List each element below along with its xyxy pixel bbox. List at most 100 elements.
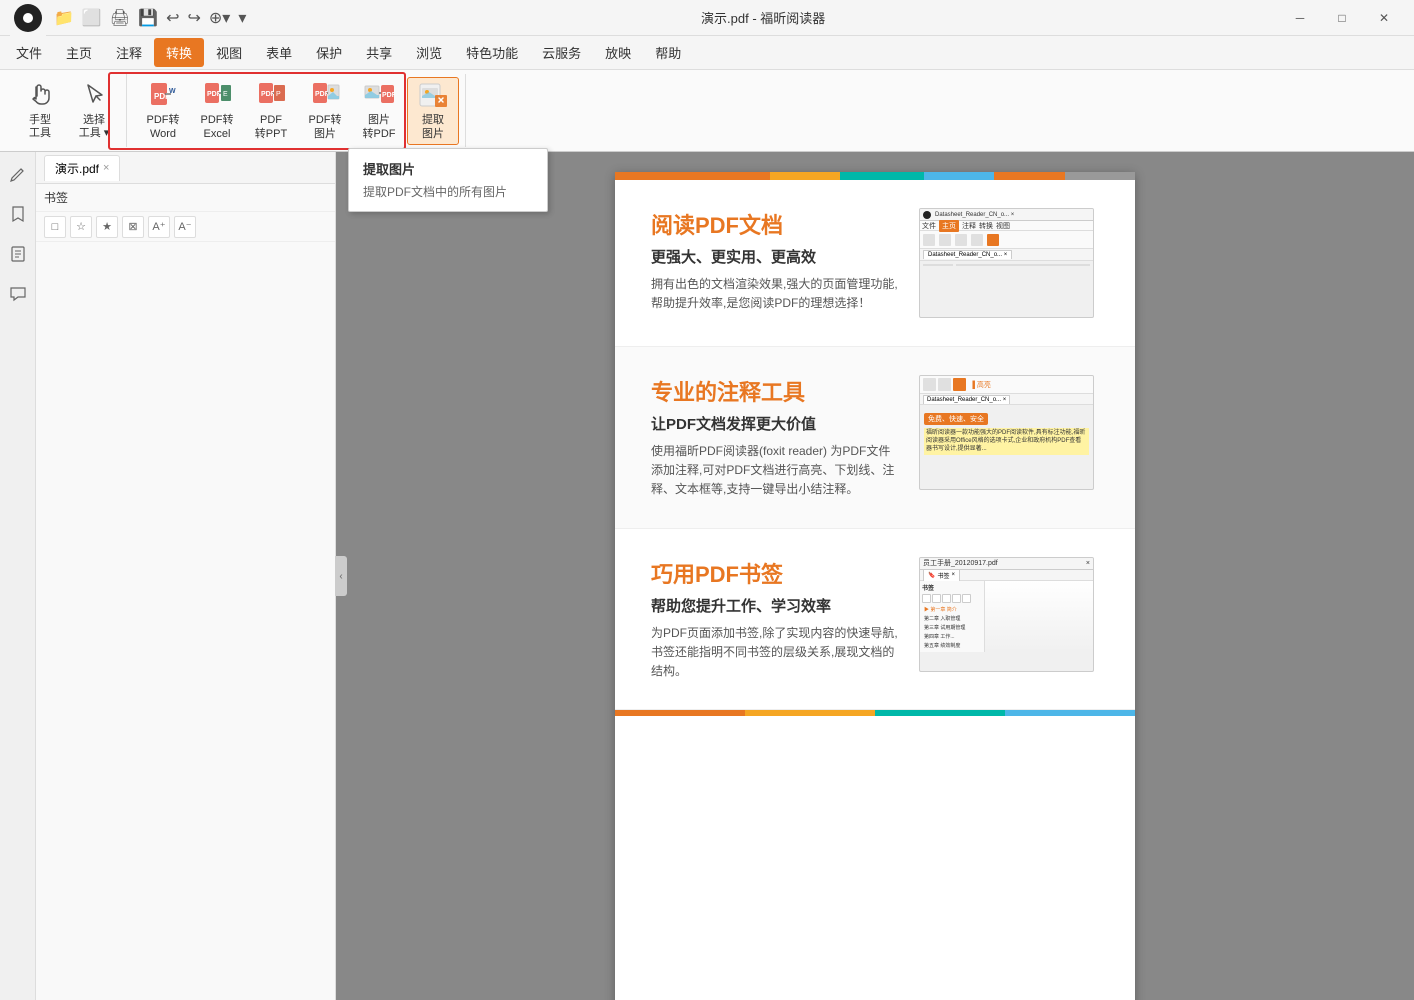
svg-text:PDF: PDF (207, 91, 222, 98)
bookmark-label-bar: 书签 (36, 184, 335, 212)
sidebar-edit-icon[interactable] (4, 160, 32, 188)
title-bar-tools: 📁 ⬜ 🖨 💾 ↩ ↪ ⊕▾ ▾ (54, 8, 246, 28)
pdf-to-ppt-button[interactable]: PDF P PDF转PPT (245, 77, 297, 145)
section2-heading: 专业的注释工具 (651, 375, 899, 407)
app-title: 演示.pdf - 福昕阅读器 (246, 8, 1280, 27)
redo-icon[interactable]: ↪ (187, 8, 200, 28)
pdf-to-img-button[interactable]: PDF PDF转图片 (299, 77, 351, 145)
hand-tool-button[interactable]: 手型工具 (14, 77, 66, 145)
menu-share[interactable]: 共享 (354, 38, 404, 67)
bm-star-btn[interactable]: ☆ (70, 216, 92, 238)
custom-icon[interactable]: ⊕▾ (209, 8, 230, 28)
pdf-section-annot: 专业的注释工具 让PDF文档发挥更大价值 使用福昕PDF阅读器(foxit re… (615, 347, 1135, 529)
new-window-icon[interactable]: ⬜ (82, 8, 102, 28)
menu-file[interactable]: 文件 (4, 38, 54, 67)
annot-icon2 (938, 378, 951, 391)
pdf-word-icon: PDF W (147, 80, 179, 112)
bookmark-label: 书签 (44, 189, 68, 206)
panel-content-area (36, 242, 335, 1000)
color-bar-5 (924, 172, 994, 180)
ribbon: 手型工具 选择工具 ▾ PDF W PDF转Word (0, 70, 1414, 152)
img-to-pdf-button[interactable]: PDF 图片转PDF (353, 77, 405, 145)
menu-cloud[interactable]: 云服务 (530, 38, 593, 67)
menu-home[interactable]: 主页 (54, 38, 104, 67)
file-tab-close[interactable]: × (103, 162, 109, 174)
tooltip-box: 提取图片 提取PDF文档中的所有图片 (348, 148, 548, 212)
bottom-color-bars (615, 710, 1135, 716)
sidebar-bookmark-icon[interactable] (4, 200, 32, 228)
menu-present[interactable]: 放映 (593, 38, 643, 67)
fm-tab-item: Datasheet_Reader_CN_o... × (923, 250, 1012, 259)
bookmark-mini-screenshot: 员工手册_20120917.pdf × 🔖 书签 × (919, 557, 1094, 672)
ribbon-group-convert: PDF W PDF转Word PDF E PDF转Excel (131, 74, 466, 147)
bm-tree-3: 第三章 试用期管理 (922, 623, 982, 632)
fm-doc (956, 264, 1090, 266)
annot-icon1 (923, 378, 936, 391)
save-icon[interactable]: 💾 (138, 8, 158, 28)
pdf-to-word-button[interactable]: PDF W PDF转Word (137, 77, 189, 145)
foxit-mini-screenshot: Datasheet_Reader_CN_o... × 文件 主页 注释 转换 视… (919, 208, 1094, 318)
sidebar-page-icon[interactable] (4, 240, 32, 268)
section2-text: 专业的注释工具 让PDF文档发挥更大价值 使用福昕PDF阅读器(foxit re… (651, 375, 899, 500)
bm-bookmark-icon: 🔖 (928, 572, 935, 579)
menu-form[interactable]: 表单 (254, 38, 304, 67)
annot-tab-item: Datasheet_Reader_CN_o... × (923, 395, 1010, 404)
bcb-1 (615, 710, 745, 716)
select-tool-button[interactable]: 选择工具 ▾ (68, 77, 120, 145)
bm-up-btn[interactable]: A⁺ (148, 216, 170, 238)
bcb-4 (1005, 710, 1135, 716)
menu-comment[interactable]: 注释 (104, 38, 154, 67)
menu-convert[interactable]: 转换 (154, 38, 204, 67)
panel-collapse-handle[interactable]: ‹ (335, 556, 347, 596)
menu-browse[interactable]: 浏览 (404, 38, 454, 67)
img-pdf-label: 图片转PDF (363, 114, 396, 140)
hand-icon (24, 81, 56, 113)
bcb-2 (745, 710, 875, 716)
fm-comment: 注释 (962, 221, 976, 231)
annot-mini-screenshot: ▐ 高亮 Datasheet_Reader_CN_o... × 免费、快速、安全… (919, 375, 1094, 490)
close-button[interactable]: ✕ (1364, 4, 1404, 32)
pdf-word-label: PDF转Word (147, 114, 180, 140)
bm-new-btn[interactable]: □ (44, 216, 66, 238)
menu-special[interactable]: 特色功能 (454, 38, 530, 67)
annot-badge: 免费、快速、安全 (924, 413, 988, 425)
section3-heading: 巧用PDF书签 (651, 557, 899, 589)
bm-down-btn[interactable]: A⁻ (174, 216, 196, 238)
fm-icon3 (955, 234, 967, 246)
tooltip-title: 提取图片 (363, 159, 533, 178)
folder-icon[interactable]: 📁 (54, 8, 74, 28)
bm-tool4 (952, 594, 961, 603)
menu-view[interactable]: 视图 (204, 38, 254, 67)
undo-icon[interactable]: ↩ (166, 8, 179, 28)
menu-bar: 文件 主页 注释 转换 视图 表单 保护 共享 浏览 特色功能 云服务 放映 帮… (0, 36, 1414, 70)
pdf-excel-label: PDF转Excel (201, 114, 234, 140)
maximize-button[interactable]: □ (1322, 4, 1362, 32)
more-icon[interactable]: ▾ (238, 8, 246, 28)
file-tab[interactable]: 演示.pdf × (44, 155, 120, 181)
sidebar-comment-icon[interactable] (4, 280, 32, 308)
annot-ribbon: ▐ 高亮 (920, 376, 1093, 394)
file-tab-name: 演示.pdf (55, 160, 99, 177)
pdf-to-excel-button[interactable]: PDF E PDF转Excel (191, 77, 243, 145)
menu-help[interactable]: 帮助 (643, 38, 693, 67)
fm-sidebar (923, 264, 953, 266)
img-pdf-icon: PDF (363, 80, 395, 112)
bm-tab-close: × (952, 572, 956, 578)
fm-view: 视图 (996, 221, 1010, 231)
extract-img-button[interactable]: 提取图片 (407, 77, 459, 145)
svg-text:PDF: PDF (261, 91, 276, 98)
section1-image: Datasheet_Reader_CN_o... × 文件 主页 注释 转换 视… (919, 208, 1099, 318)
bm-tree-1: ▶ 第一章 简介 (922, 605, 982, 614)
fm-home: 主页 (939, 220, 959, 232)
color-bar-2 (685, 172, 769, 180)
extract-img-label: 提取图片 (422, 114, 444, 140)
bm-star2-btn[interactable]: ★ (96, 216, 118, 238)
print-icon[interactable]: 🖨 (110, 8, 130, 28)
extract-img-icon (417, 80, 449, 112)
menu-protect[interactable]: 保护 (304, 38, 354, 67)
minimize-button[interactable]: ─ (1280, 4, 1320, 32)
foxit-mini-logo (923, 211, 931, 219)
bm-delete-btn[interactable]: ⊠ (122, 216, 144, 238)
bm-title-text: 员工手册_20120917.pdf (923, 558, 998, 568)
app-logo (10, 0, 46, 36)
